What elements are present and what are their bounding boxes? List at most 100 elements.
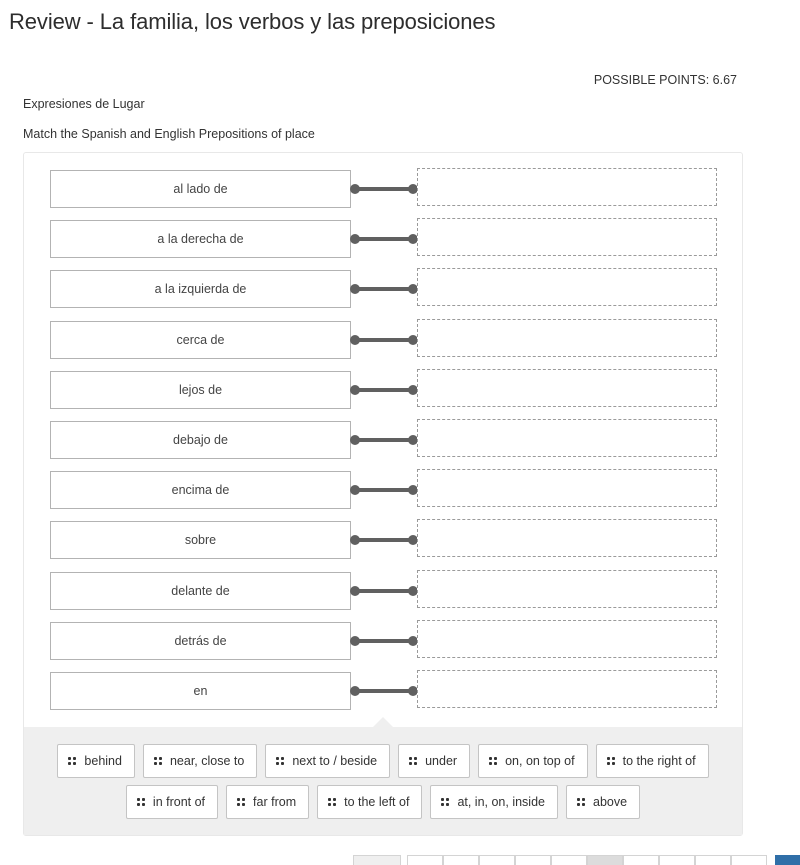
prompt-item: a la izquierda de [50,270,351,309]
answer-chip-label: to the left of [344,795,410,809]
link-connector-icon [350,635,418,646]
page-title: Review - La familia, los verbos y las pr… [9,9,496,34]
answer-drop-zone[interactable] [417,268,717,307]
connector-line [354,387,414,392]
drag-handle-icon[interactable] [328,798,337,806]
prompt-item: encima de [50,471,351,510]
drag-handle-icon[interactable] [136,798,145,806]
prompt-item: delante de [50,571,351,610]
connector-line [354,689,414,693]
answer-chip-label: far from [253,795,297,809]
answer-drop-zone[interactable] [417,368,717,407]
link-connector-icon [350,585,418,596]
answer-chip[interactable]: near, close to [142,744,258,778]
drag-handle-icon[interactable] [237,798,246,806]
connector-line [354,538,414,543]
prompt-item: a la derecha de [50,220,351,259]
answer-chip[interactable]: to the left of [317,785,423,819]
answer-chip-label: above [593,795,628,809]
page-button[interactable] [407,855,443,865]
answer-drop-zone[interactable] [417,419,717,457]
answer-chip-label: on, on top of [505,754,575,768]
drag-handle-icon[interactable] [489,757,498,765]
drag-handle-icon[interactable] [606,757,615,765]
prompt-item: debajo de [50,421,351,459]
link-connector-icon [350,435,418,445]
match-row: en [50,670,718,710]
connector-line [354,438,414,442]
answer-chip[interactable]: under [398,744,471,778]
link-connector-icon [350,234,418,245]
answer-chip-label: at, in, on, inside [457,795,545,809]
matching-panel: al lado de a la derecha de a la izquierda … [23,152,743,836]
prompt-item: sobre [50,521,351,560]
answer-drop-zone[interactable] [417,569,717,608]
page-button[interactable] [551,855,587,865]
match-row: cerca de [50,318,718,359]
page-button-current[interactable] [587,855,623,865]
match-row: encima de [50,469,718,510]
answer-chip-label: behind [84,754,122,768]
link-connector-icon [350,184,418,194]
answer-chip[interactable]: to the right of [595,744,709,778]
prompt-item: al lado de [50,170,351,208]
answer-bank-chips: behind near, close to next to / beside unde… [24,744,742,819]
question-instructions: Match the Spanish and English Prepositio… [23,127,315,141]
match-row: lejos de [50,368,718,409]
answer-drop-zone[interactable] [417,619,717,658]
prompt-item: en [50,672,351,710]
answer-chip[interactable]: above [566,785,641,819]
drag-handle-icon[interactable] [276,757,285,765]
answer-chip[interactable]: in front of [125,785,219,819]
connector-line [354,337,414,342]
match-row: delante de [50,569,718,610]
page-button[interactable] [443,855,479,865]
answer-chip[interactable]: on, on top of [478,744,588,778]
drag-handle-icon[interactable] [409,757,418,765]
match-row: a la derecha de [50,218,718,259]
prompt-item: cerca de [50,320,351,359]
answer-chip[interactable]: behind [57,744,135,778]
drag-handle-icon[interactable] [441,798,450,806]
answer-chip[interactable]: next to / beside [265,744,391,778]
connector-line [354,187,414,191]
answer-bank: behind near, close to next to / beside unde… [24,717,742,835]
match-row: a la izquierda de [50,268,718,309]
prompt-item: lejos de [50,370,351,409]
question-pagination [353,855,800,865]
question-title: Expresiones de Lugar [23,97,145,111]
link-connector-icon [350,535,418,546]
previous-button[interactable] [353,855,401,865]
link-connector-icon [350,485,418,496]
connector-line [354,588,414,593]
answer-chip-label: under [425,754,458,768]
answer-chip-label: to the right of [622,754,696,768]
drag-handle-icon[interactable] [68,757,77,765]
connector-line [354,488,414,493]
answer-drop-zone[interactable] [417,168,717,206]
answer-drop-zone[interactable] [417,218,717,257]
answer-chip[interactable]: far from [226,785,310,819]
page-button[interactable] [695,855,731,865]
answer-chip[interactable]: at, in, on, inside [430,785,558,819]
next-button[interactable] [775,855,800,865]
answer-drop-zone[interactable] [417,670,717,708]
answer-drop-zone[interactable] [417,318,717,357]
connector-line [354,237,414,242]
page-button[interactable] [515,855,551,865]
match-row: detrás de [50,619,718,660]
drag-handle-icon[interactable] [577,798,585,806]
possible-points: POSSIBLE POINTS: 6.67 [593,73,737,87]
page-button[interactable] [659,855,695,865]
page-button[interactable] [623,855,659,865]
page-button[interactable] [479,855,515,865]
answer-drop-zone[interactable] [417,469,717,508]
link-connector-icon [350,284,418,295]
match-row: al lado de [50,168,718,208]
drag-handle-icon[interactable] [153,757,162,765]
connector-line [354,638,414,643]
page-button[interactable] [731,855,767,865]
link-connector-icon [350,686,418,696]
answer-bank-pointer [373,717,393,727]
answer-drop-zone[interactable] [417,519,717,558]
